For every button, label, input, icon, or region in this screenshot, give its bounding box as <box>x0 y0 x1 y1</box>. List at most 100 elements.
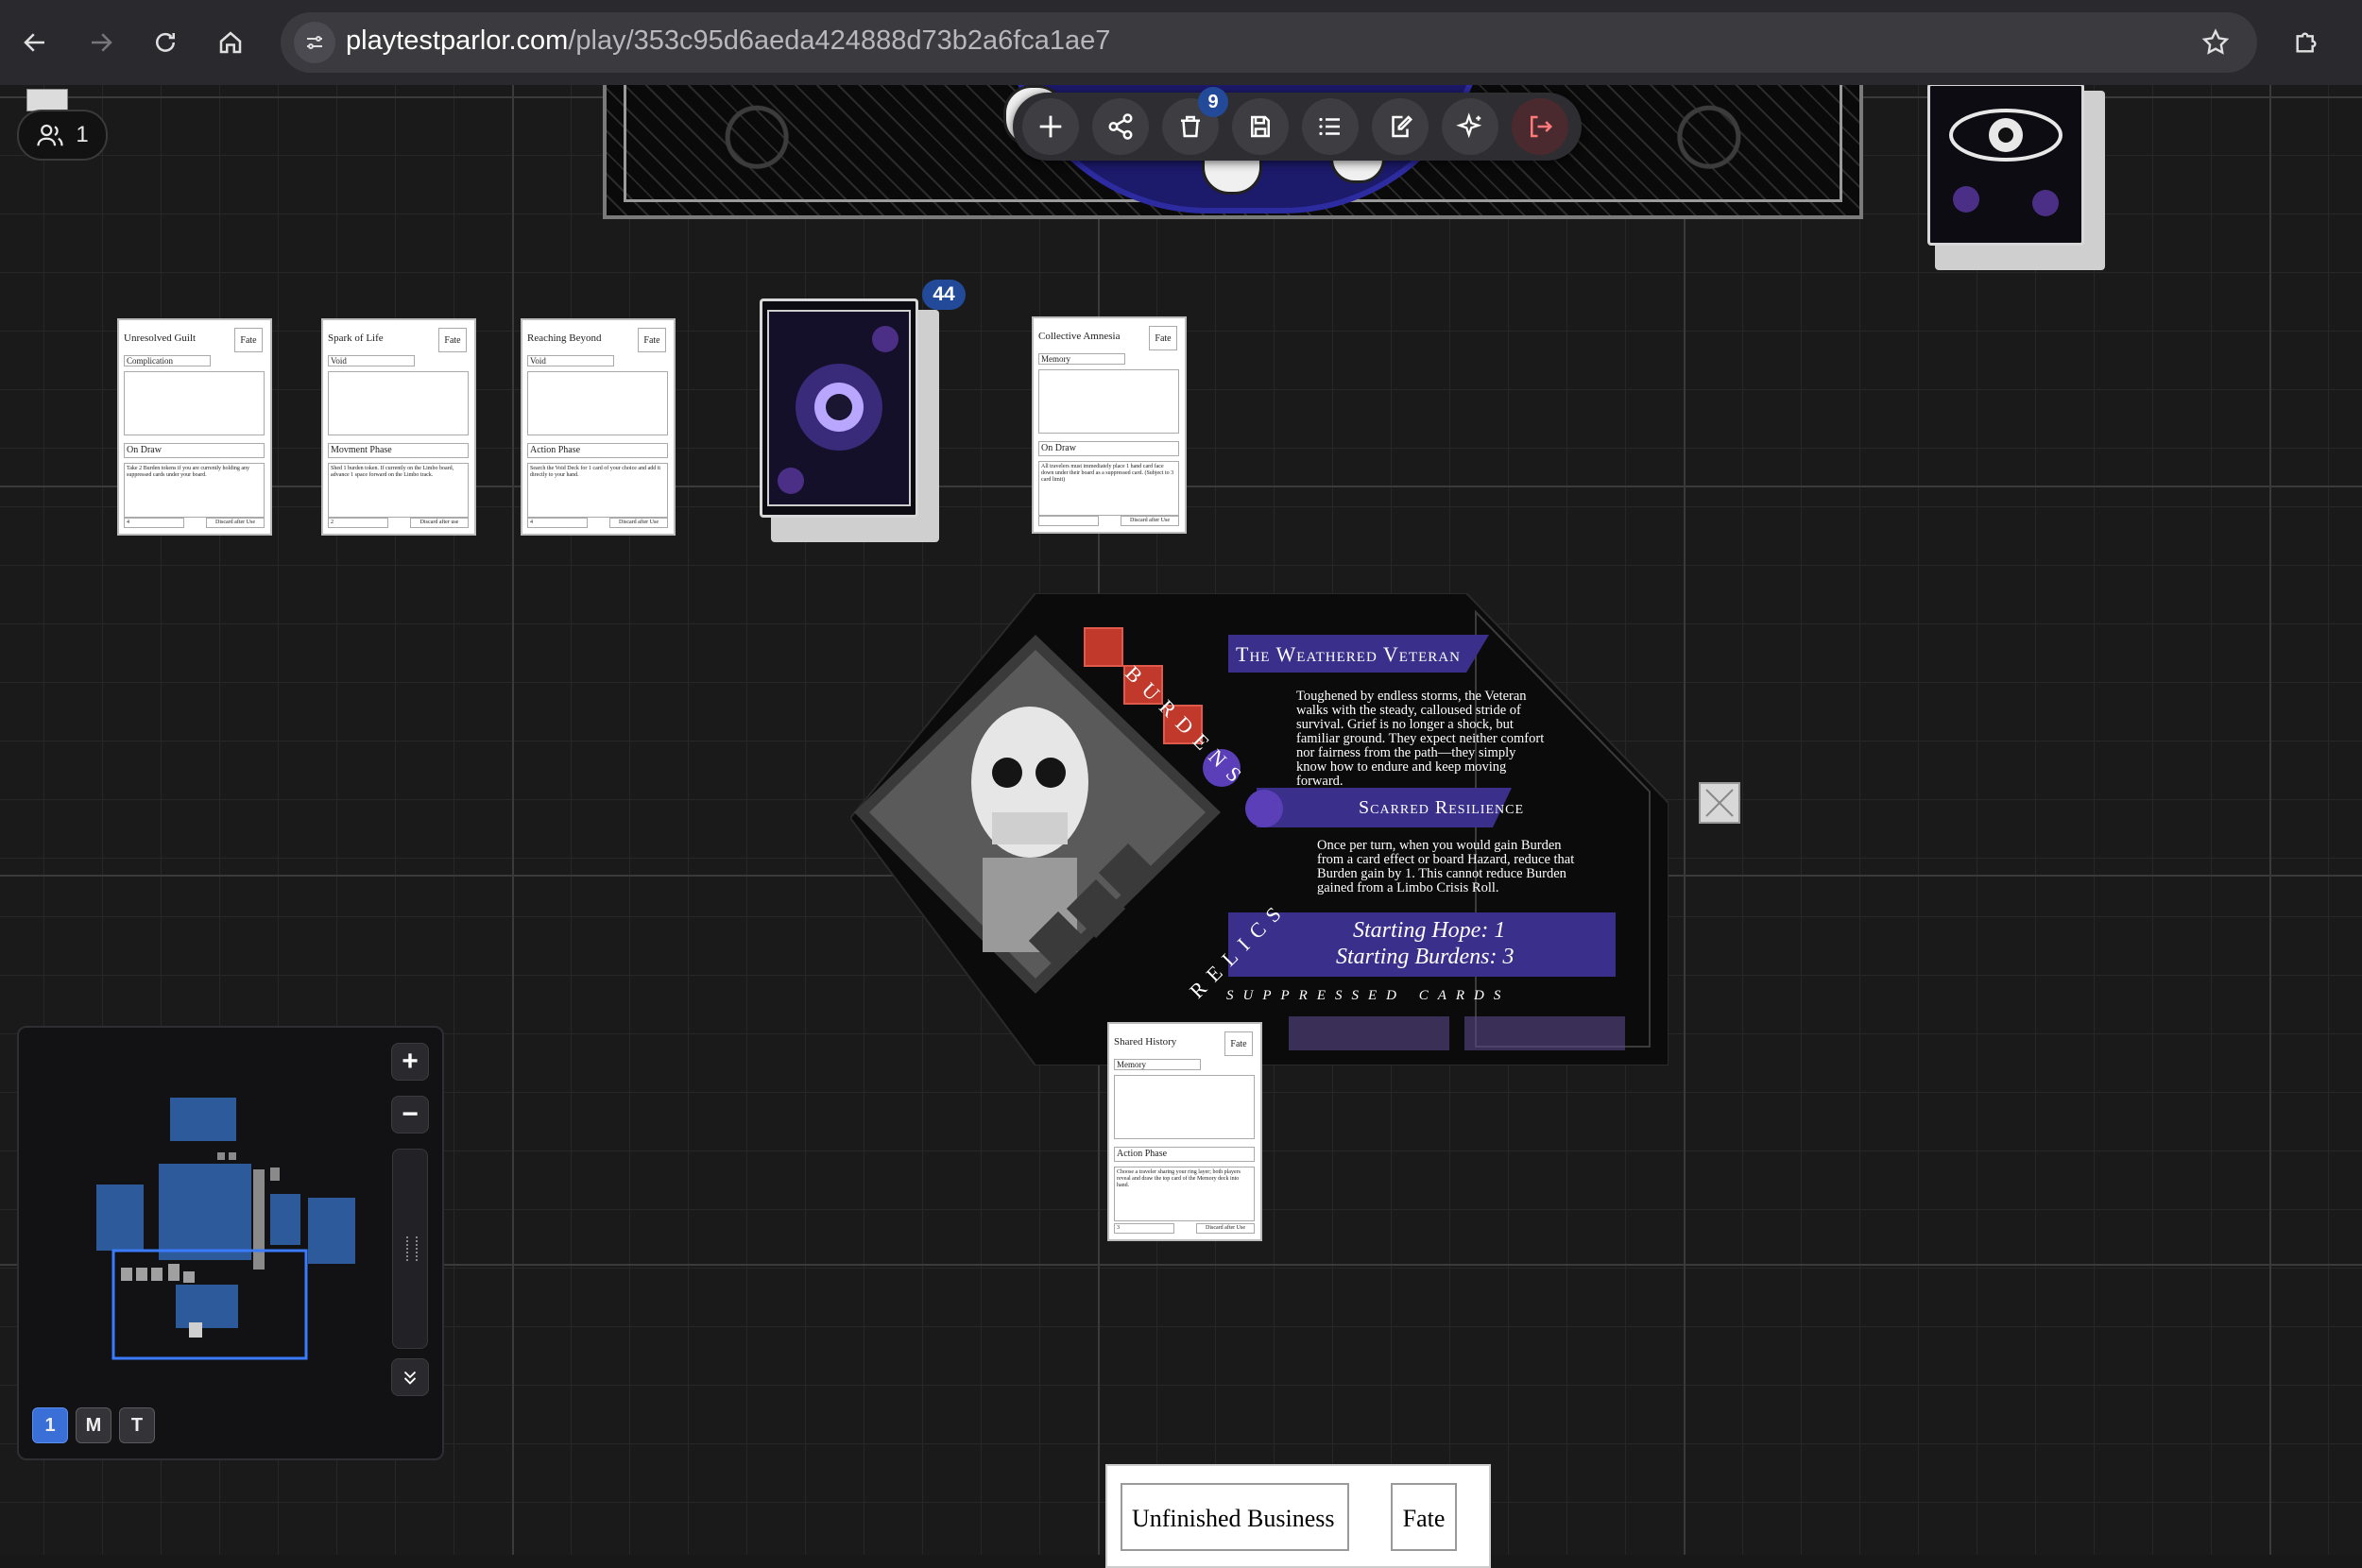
layer-tab-t[interactable]: T <box>119 1407 155 1443</box>
list-button[interactable] <box>1302 98 1359 155</box>
card-phase: Movment Phase <box>328 443 469 458</box>
fate-card[interactable]: Spark of Life Fate Void Movment Phase Sh… <box>321 318 476 536</box>
card-number: 2 <box>328 518 388 528</box>
starting-hope: Starting Hope: 1 <box>1353 918 1506 943</box>
card-tag: Fate <box>234 328 263 352</box>
card-type: Complication <box>124 355 211 366</box>
card-type: Memory <box>1038 353 1125 365</box>
card-tag: Fate <box>638 328 666 352</box>
puzzle-icon <box>2296 32 2317 53</box>
zoom-in-button[interactable]: + <box>391 1043 429 1081</box>
layer-tab-1[interactable]: 1 <box>32 1407 68 1443</box>
fate-card[interactable]: Shared History Fate Memory Action Phase … <box>1107 1022 1262 1241</box>
edit-icon <box>1392 115 1413 138</box>
card-title: Shared History <box>1114 1036 1177 1048</box>
forward-button[interactable] <box>77 19 125 66</box>
trash-count-badge: 9 <box>1198 87 1228 117</box>
card-title: Reaching Beyond <box>527 332 602 344</box>
sun-emblem-icon <box>767 310 911 506</box>
slider-handle[interactable] <box>406 1236 418 1261</box>
double-chevron-down-icon <box>403 1371 417 1385</box>
card-discard-note: Discard after use <box>410 518 469 528</box>
arrow-right-icon <box>92 33 112 52</box>
card-art-frame <box>328 371 469 435</box>
card-discard-note: Discard after Use <box>609 518 668 528</box>
zoom-slider[interactable] <box>392 1149 428 1349</box>
card-number <box>1038 516 1099 526</box>
player-count[interactable]: 1 <box>17 110 108 161</box>
card-type: Void <box>328 355 415 366</box>
edit-button[interactable] <box>1372 98 1429 155</box>
fate-card[interactable]: Collective Amnesia Fate Memory On Draw A… <box>1032 316 1187 534</box>
ability-name: Scarred Resilience <box>1359 797 1525 818</box>
plus-icon <box>1039 115 1062 138</box>
bookmark-star-button[interactable] <box>2200 27 2231 62</box>
card-number: 4 <box>124 518 184 528</box>
trash-icon <box>1181 115 1200 138</box>
card-title: Spark of Life <box>328 332 384 344</box>
list-icon <box>1319 117 1340 136</box>
minimap-overview <box>96 1098 355 1360</box>
minimap-view[interactable] <box>23 1031 404 1375</box>
character-board[interactable]: BURDENS RELICS The Weathered Veteran Tou… <box>848 592 1669 1066</box>
table-toolbar: 9 <box>1013 87 1582 161</box>
message-icon[interactable] <box>26 89 68 111</box>
card-title: Unfinished Business <box>1121 1483 1349 1551</box>
url-path: /play/353c95d6aeda424888d73b2a6fca1ae7 <box>568 26 1111 56</box>
reload-icon <box>156 32 175 52</box>
back-button[interactable] <box>11 19 59 66</box>
arrow-left-icon <box>24 33 44 52</box>
starting-burdens: Starting Burdens: 3 <box>1336 945 1515 969</box>
address-bar[interactable]: playtestparlor.com/play/353c95d6aeda4248… <box>281 12 2257 73</box>
tune-icon <box>307 36 322 49</box>
card-tag: Fate <box>1224 1031 1253 1056</box>
fate-card[interactable]: Reaching Beyond Fate Void Action Phase S… <box>521 318 676 536</box>
card-phase: On Draw <box>124 443 265 458</box>
card-art-frame <box>527 371 668 435</box>
star-icon <box>2201 28 2230 55</box>
broken-image-icon[interactable] <box>1699 782 1740 824</box>
url-text[interactable]: playtestparlor.com/play/353c95d6aeda4248… <box>346 26 1110 57</box>
card-discard-note: Discard after Use <box>1196 1223 1255 1234</box>
browser-toolbar: playtestparlor.com/play/353c95d6aeda4248… <box>0 0 2362 85</box>
users-icon <box>37 124 63 146</box>
card-type: Memory <box>1114 1059 1201 1070</box>
card-text: Take 2 Burden tokens if you are currentl… <box>124 463 265 518</box>
player-count-value: 1 <box>76 122 89 147</box>
card-number: 4 <box>527 518 588 528</box>
hand-card[interactable]: Unfinished Business Fate <box>1105 1464 1491 1568</box>
card-tag: Fate <box>1149 326 1177 350</box>
burden-token[interactable] <box>1084 627 1123 667</box>
save-icon <box>1251 115 1270 138</box>
card-text: Search the Void Deck for 1 card of your … <box>527 463 668 518</box>
x-mark-icon <box>1705 789 1734 817</box>
card-discard-note: Discard after Use <box>206 518 265 528</box>
share-button[interactable] <box>1092 98 1149 155</box>
fate-card[interactable]: Unresolved Guilt Fate Complication On Dr… <box>117 318 272 536</box>
card-art-frame <box>1038 369 1179 434</box>
exit-button[interactable] <box>1512 98 1568 155</box>
save-button[interactable] <box>1232 98 1289 155</box>
card-art-frame <box>1114 1075 1255 1139</box>
share-icon <box>1108 113 1133 140</box>
eye-deck[interactable] <box>1927 83 2084 246</box>
card-tag: Fate <box>1391 1483 1457 1551</box>
layer-tab-m[interactable]: M <box>76 1407 111 1443</box>
deck-count-badge: 44 <box>922 280 966 310</box>
collapse-minimap-button[interactable] <box>391 1358 429 1396</box>
site-settings-button[interactable] <box>294 22 335 63</box>
card-number: 3 <box>1114 1223 1174 1234</box>
card-discard-note: Discard after Use <box>1121 516 1179 526</box>
card-title: Collective Amnesia <box>1038 331 1121 342</box>
add-button[interactable] <box>1022 98 1079 155</box>
sparkle-icon <box>1456 112 1482 139</box>
home-button[interactable] <box>207 19 254 66</box>
card-type: Void <box>527 355 614 366</box>
reload-button[interactable] <box>142 19 189 66</box>
extensions-button[interactable] <box>2283 19 2330 66</box>
eye-icon <box>1949 109 2062 216</box>
zoom-out-button[interactable]: − <box>391 1096 429 1133</box>
ability-text: Once per turn, when you would gain Burde… <box>1317 838 1575 895</box>
ai-button[interactable] <box>1442 98 1498 155</box>
fate-deck[interactable] <box>760 298 918 518</box>
